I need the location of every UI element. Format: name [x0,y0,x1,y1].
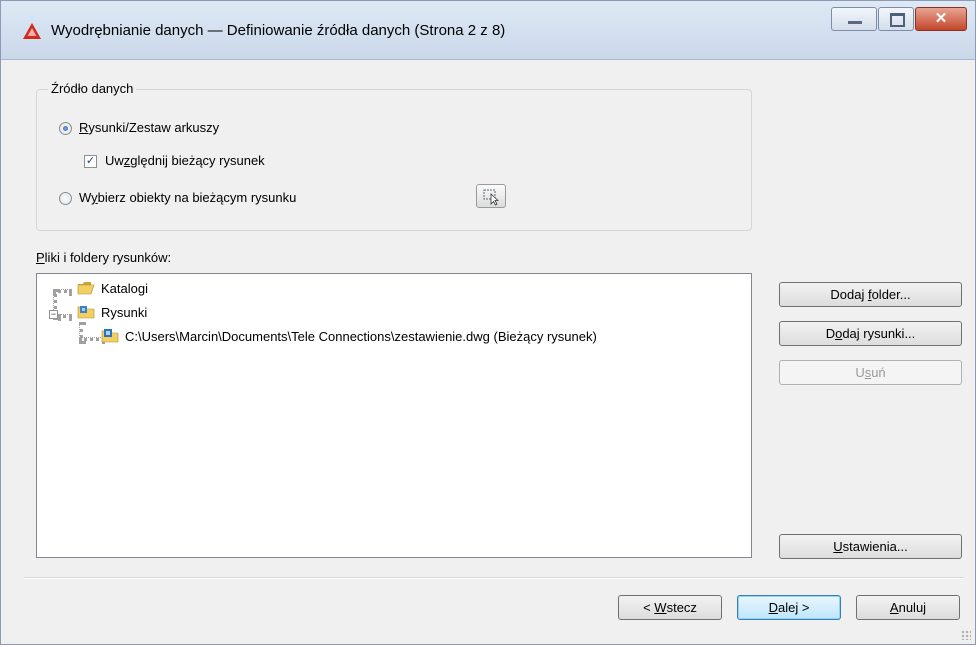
drawing-folder-icon [77,306,95,319]
maximize-icon [890,13,905,27]
tree-item-current-drawing[interactable]: C:\Users\Marcin\Documents\Tele Connectio… [125,329,597,344]
drawing-files-tree[interactable]: − Katalogi Rysunki C:\Users\Marcin\Docum… [36,273,752,558]
minimize-button[interactable] [831,7,877,31]
tree-connector [58,314,72,318]
radio-select-objects-label[interactable]: Wybierz obiekty na bieżącym rysunku [79,190,296,205]
close-icon: ✕ [934,10,948,27]
add-folder-button[interactable]: Dodaj folder... [779,282,962,307]
window-title: Wyodrębnianie danych — Definiowanie źród… [51,22,506,39]
cancel-button[interactable]: Anuluj [856,595,960,620]
tree-item-rysunki[interactable]: Rysunki [101,305,147,320]
settings-button[interactable]: Ustawienia... [779,534,962,559]
back-button[interactable]: < Wstecz [618,595,722,620]
title-bar[interactable]: Wyodrębnianie danych — Definiowanie źród… [1,1,975,60]
files-folders-label: Pliki i foldery rysunków: [36,250,172,265]
radio-drawings-sheetset[interactable] [59,122,72,135]
radio-select-objects[interactable] [59,192,72,205]
data-source-group-title: Źródło danych [48,81,137,96]
footer-separator [24,577,964,579]
remove-button[interactable]: Usuń [779,360,962,385]
next-button[interactable]: Dalej > [737,595,841,620]
select-objects-button[interactable] [476,184,506,208]
include-current-drawing-checkbox[interactable]: ✓ [84,155,97,168]
resize-grip[interactable] [961,630,971,640]
tree-expander-rysunki[interactable]: − [49,310,58,319]
tree-item-katalogi[interactable]: Katalogi [101,281,148,296]
close-button[interactable]: ✕ [915,7,967,31]
minimize-icon [848,21,862,24]
maximize-button[interactable] [878,7,914,31]
wizard-window: Wyodrębnianie danych — Definiowanie źród… [0,0,976,645]
include-current-drawing-label[interactable]: Uwzględnij bieżący rysunek [105,153,265,168]
folder-open-icon [77,282,95,295]
dwg-file-icon [101,329,119,343]
pick-objects-icon [483,189,500,206]
add-drawings-button[interactable]: Dodaj rysunki... [779,321,962,346]
radio-drawings-sheetset-label[interactable]: Rysunki/Zestaw arkuszy [79,120,219,135]
tree-connector [53,289,72,293]
autocad-logo-icon [23,23,41,39]
